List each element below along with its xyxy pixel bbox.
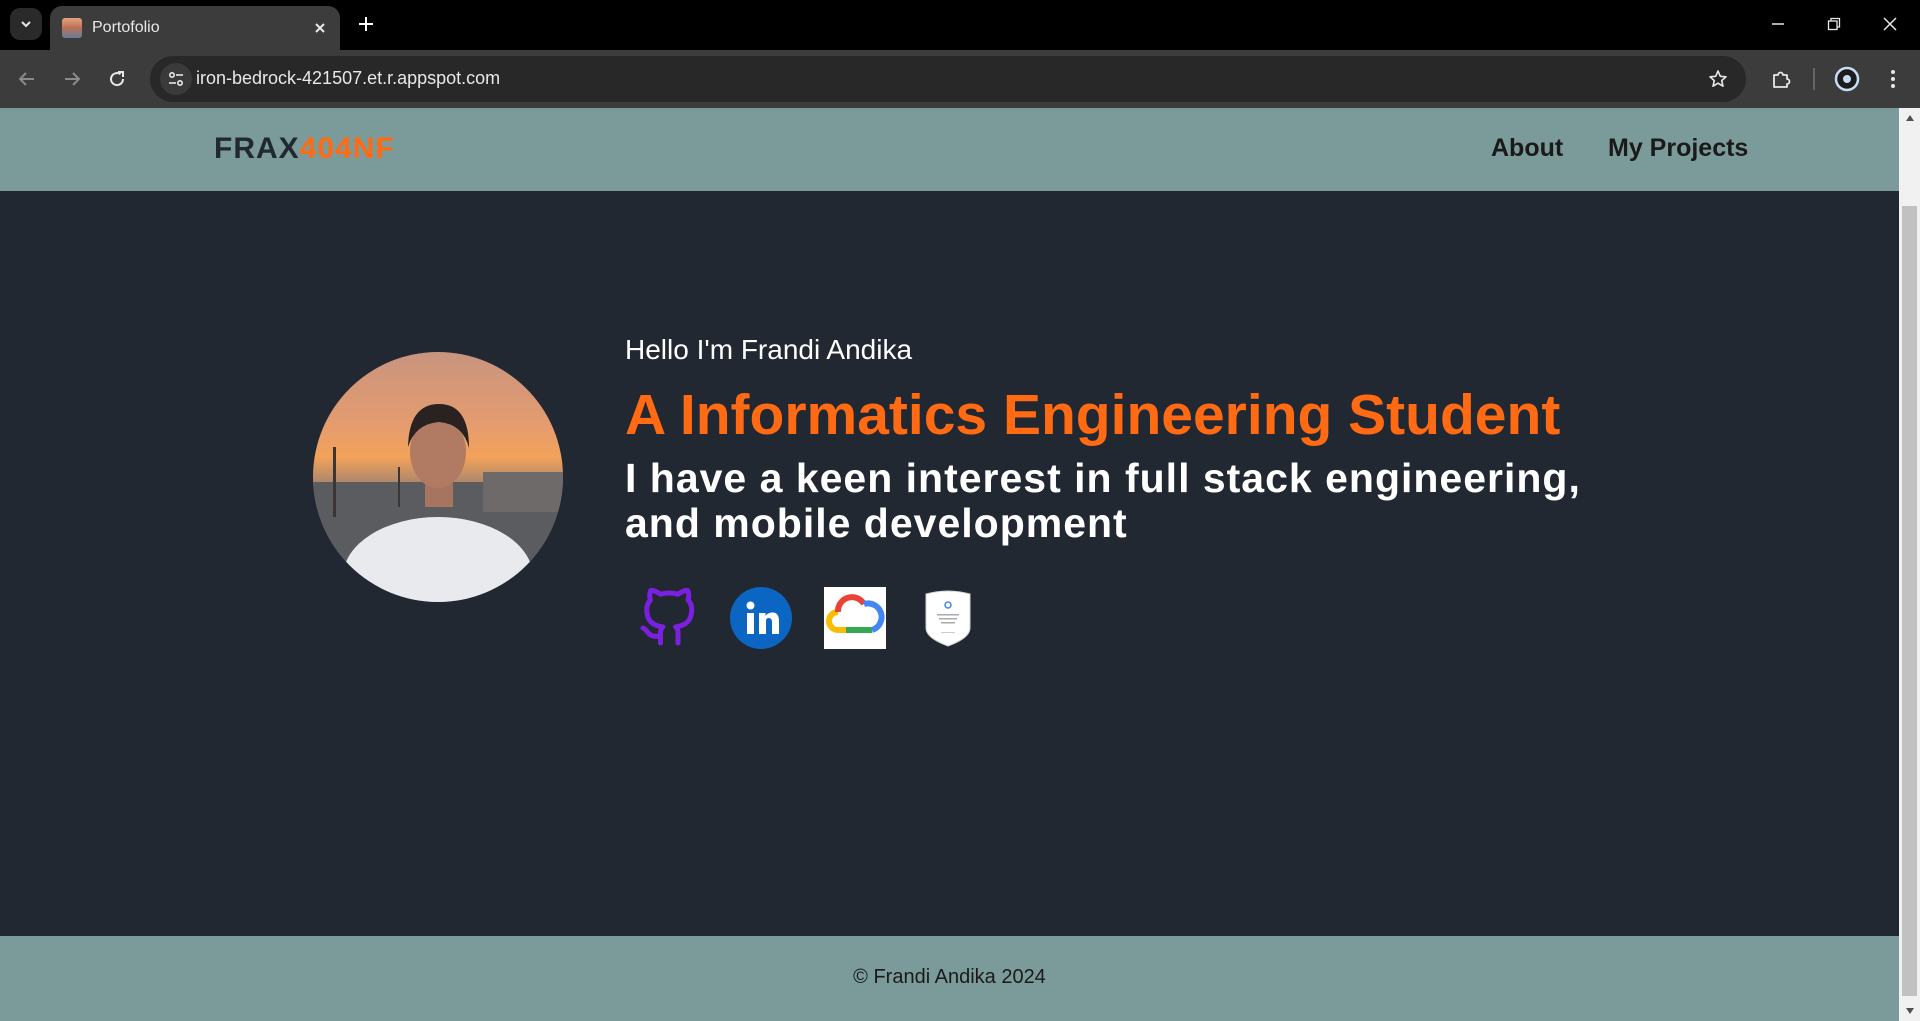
profile-photo-illustration bbox=[313, 404, 563, 602]
hero-headline: A Informatics Engineering Student bbox=[625, 383, 1561, 447]
close-icon bbox=[315, 23, 325, 33]
site-info-icon bbox=[168, 71, 184, 87]
nav-link-about[interactable]: About bbox=[1491, 134, 1563, 163]
tab-search-button[interactable] bbox=[10, 8, 42, 40]
back-button[interactable] bbox=[9, 61, 45, 97]
minimize-button[interactable] bbox=[1756, 6, 1800, 42]
chevron-down-icon bbox=[21, 21, 31, 28]
logo-text-primary: FRAX bbox=[214, 132, 300, 165]
bookmark-button[interactable] bbox=[1704, 65, 1732, 93]
logo-text-accent: 404NF bbox=[299, 132, 395, 165]
linkedin-link[interactable] bbox=[730, 587, 792, 649]
kebab-menu-icon bbox=[1891, 70, 1895, 88]
google-cloud-badge-icon bbox=[925, 590, 971, 647]
site-footer: © Frandi Andika 2024 bbox=[0, 936, 1899, 1021]
minimize-icon bbox=[1772, 23, 1784, 25]
forward-button[interactable] bbox=[54, 61, 90, 97]
scroll-up-button[interactable] bbox=[1899, 108, 1920, 128]
reload-icon bbox=[110, 71, 125, 87]
page-scrollbar[interactable] bbox=[1899, 108, 1920, 1021]
page-viewport: FRAX404NF About My Projects Hello I'm Fr… bbox=[0, 108, 1899, 1021]
favicon-icon bbox=[62, 18, 82, 38]
extensions-button[interactable] bbox=[1763, 61, 1799, 97]
new-tab-button[interactable] bbox=[352, 10, 380, 38]
triangle-down-icon bbox=[1905, 1008, 1914, 1014]
close-icon bbox=[1883, 17, 1897, 31]
profile-photo bbox=[313, 352, 563, 602]
scroll-down-button[interactable] bbox=[1899, 1001, 1920, 1021]
restore-icon bbox=[1827, 17, 1841, 31]
toolbar-divider bbox=[1813, 68, 1815, 90]
github-link[interactable] bbox=[637, 587, 699, 649]
url-text[interactable]: iron-bedrock-421507.et.r.appspot.com bbox=[196, 68, 500, 89]
extensions-icon bbox=[1773, 71, 1791, 88]
footer-copyright: © Frandi Andika 2024 bbox=[853, 966, 1046, 988]
star-icon bbox=[1709, 70, 1727, 87]
site-header: FRAX404NF About My Projects bbox=[0, 108, 1899, 191]
tab-portfolio[interactable]: Portofolio bbox=[50, 6, 340, 50]
forward-icon bbox=[65, 72, 81, 86]
reload-button[interactable] bbox=[99, 61, 135, 97]
address-bar[interactable]: iron-bedrock-421507.et.r.appspot.com bbox=[150, 56, 1746, 102]
hero-subline: I have a keen interest in full stack eng… bbox=[625, 455, 1581, 546]
triangle-up-icon bbox=[1905, 115, 1914, 121]
tab-close-button[interactable] bbox=[308, 16, 332, 40]
site-info-button[interactable] bbox=[160, 63, 192, 95]
tab-bar: Portofolio bbox=[0, 0, 1920, 50]
google-cloud-badge-link[interactable] bbox=[917, 587, 979, 649]
menu-button[interactable] bbox=[1875, 61, 1911, 97]
site-logo[interactable]: FRAX404NF bbox=[214, 132, 395, 166]
restore-button[interactable] bbox=[1812, 6, 1856, 42]
back-icon bbox=[18, 72, 34, 86]
profile-icon bbox=[1834, 66, 1860, 92]
plus-icon bbox=[359, 17, 373, 31]
scrollbar-thumb[interactable] bbox=[1902, 206, 1917, 996]
hero-greeting: Hello I'm Frandi Andika bbox=[625, 334, 913, 365]
nav-link-my-projects[interactable]: My Projects bbox=[1608, 134, 1748, 163]
google-cloud-link[interactable] bbox=[824, 587, 886, 649]
github-icon bbox=[640, 588, 695, 646]
google-cloud-icon bbox=[824, 587, 886, 649]
browser-toolbar: iron-bedrock-421507.et.r.appspot.com bbox=[0, 50, 1920, 108]
close-window-button[interactable] bbox=[1868, 6, 1912, 42]
linkedin-icon bbox=[730, 587, 792, 649]
tab-title: Portofolio bbox=[92, 19, 160, 36]
profile-button[interactable] bbox=[1829, 61, 1865, 97]
